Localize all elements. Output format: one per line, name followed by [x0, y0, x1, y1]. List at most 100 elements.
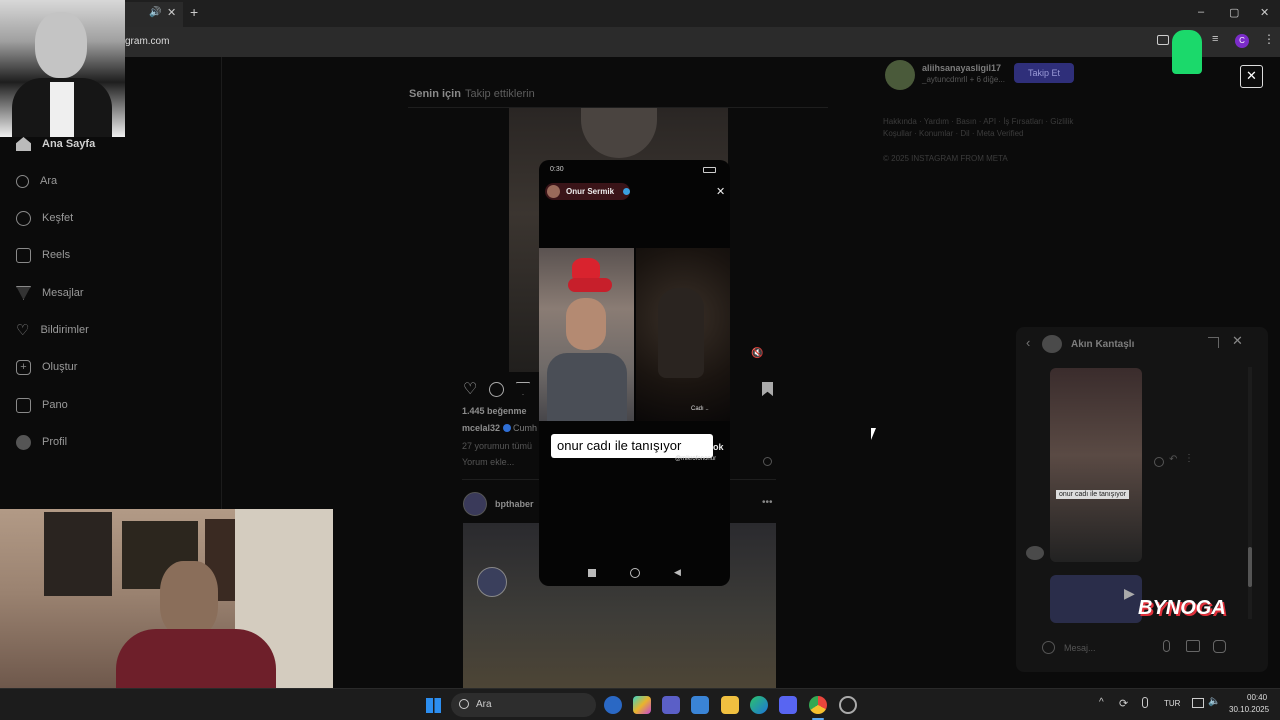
sidebar-item-label: Reels	[42, 249, 71, 261]
post-author[interactable]: mcelal32	[462, 423, 500, 433]
scrollbar-thumb[interactable]	[1248, 547, 1252, 587]
microphone-icon[interactable]	[1163, 640, 1170, 652]
right-panel-label: Cadı ..	[691, 406, 709, 412]
cast-icon[interactable]	[1157, 35, 1169, 45]
minimize-button[interactable]: –	[1198, 6, 1204, 18]
chrome-icon[interactable]	[809, 696, 827, 714]
taskbar: Ara ^ ⟳ TUR 🔈 00:40 30.10.2025	[0, 688, 1280, 720]
sidebar-item-messages[interactable]: Mesajlar	[16, 281, 84, 305]
clock-date[interactable]: 30.10.2025	[1229, 705, 1269, 714]
battery-icon	[703, 167, 716, 173]
emoji-icon[interactable]	[763, 457, 772, 466]
emoji-react-icon[interactable]	[1154, 457, 1164, 467]
sticker-icon[interactable]	[1213, 640, 1226, 653]
post-author[interactable]: bpthaber	[495, 499, 534, 509]
footer-links[interactable]: Hakkında · Yardım · Basın · API · İş Fır…	[883, 117, 1073, 126]
language-indicator[interactable]: TUR	[1164, 699, 1180, 708]
menu-icon[interactable]: ⋮	[1263, 32, 1275, 46]
image-icon[interactable]	[1186, 640, 1200, 652]
like-icon[interactable]: ♡	[463, 379, 477, 399]
person-body	[547, 353, 627, 421]
discord-icon[interactable]	[779, 696, 797, 714]
message-input[interactable]: Mesaj...	[1064, 643, 1096, 653]
chart-icon	[16, 397, 31, 413]
sidebar-item-label: Pano	[42, 399, 68, 411]
sidebar-item-search[interactable]: Ara	[16, 169, 57, 193]
portrait-shirt	[50, 82, 74, 137]
edge-icon[interactable]	[750, 696, 768, 714]
footer-links[interactable]: Koşullar · Konumlar · Dil · Meta Verifie…	[883, 129, 1024, 138]
windows-start-icon[interactable]	[426, 698, 441, 713]
copilot-icon[interactable]	[633, 696, 651, 714]
home-button[interactable]	[630, 568, 640, 578]
tab-for-you[interactable]: Senin için	[409, 88, 461, 100]
brand-logo: BYNOGA	[1138, 597, 1226, 619]
sidebar-item-reels[interactable]: Reels	[16, 243, 70, 267]
media-icon[interactable]: ≡	[1212, 33, 1218, 45]
network-icon[interactable]	[1192, 698, 1204, 708]
close-icon[interactable]: ✕	[1232, 333, 1243, 349]
comments-link[interactable]: 27 yorumun tümü	[462, 441, 532, 451]
sidebar-item-explore[interactable]: Keşfet	[16, 206, 73, 230]
sidebar-item-label: Mesajlar	[42, 287, 84, 299]
follow-button[interactable]: Takip Et	[1014, 63, 1074, 83]
back-button[interactable]: ◀	[674, 567, 681, 578]
recents-button[interactable]	[588, 569, 596, 577]
store-icon[interactable]	[691, 696, 709, 714]
sidebar-item-notifications[interactable]: ♡ Bildirimler	[16, 318, 89, 342]
more-icon[interactable]: ⋮	[1184, 453, 1194, 464]
url-text[interactable]: gram.com	[125, 36, 169, 47]
tab-following[interactable]: Takip ettiklerin	[465, 88, 535, 100]
maximize-button[interactable]: ▢	[1229, 6, 1239, 19]
avatar[interactable]	[1042, 335, 1062, 353]
phone-video-overlay[interactable]: 0:30 Onur Sermik ✕ Cadı .. onur cadı ile…	[539, 160, 730, 586]
mute-icon[interactable]: 🔇	[751, 348, 763, 359]
add-comment-input[interactable]: Yorum ekle...	[462, 457, 514, 467]
close-video-icon[interactable]: ✕	[716, 185, 725, 198]
volume-icon[interactable]: 🔈	[1208, 696, 1220, 707]
settings-icon[interactable]	[839, 696, 857, 714]
reply-icon[interactable]: ↶	[1169, 454, 1177, 465]
post-avatar[interactable]	[463, 492, 487, 516]
microphone-icon[interactable]	[1142, 697, 1148, 708]
sidebar-item-dashboard[interactable]: Pano	[16, 393, 68, 417]
browser-tab[interactable]: 🔊 ✕	[125, 2, 183, 27]
shared-video-message[interactable]: ▶	[1050, 575, 1142, 623]
close-modal-button[interactable]: ✕	[1240, 65, 1263, 88]
sidebar-item-create[interactable]: + Oluştur	[16, 355, 77, 379]
chat-name[interactable]: Akın Kantaşlı	[1071, 339, 1134, 350]
taskbar-search[interactable]: Ara	[451, 693, 596, 717]
shared-video-message[interactable]: onur cadı ile tanışıyor	[1050, 368, 1142, 562]
address-bar-row: gram.com ≡ C ⋮	[0, 27, 1280, 57]
more-options-icon[interactable]: •••	[762, 497, 773, 508]
emoji-icon[interactable]	[1042, 641, 1055, 654]
scrollbar[interactable]	[1248, 367, 1252, 619]
comment-icon[interactable]	[489, 382, 504, 397]
speaker-icon[interactable]: 🔊	[149, 7, 161, 18]
teams-icon[interactable]	[662, 696, 680, 714]
suggestion-username[interactable]: aliihsanayasligil17	[922, 63, 1001, 73]
profile-avatar[interactable]: C	[1235, 34, 1249, 48]
tiktok-handle: @mikrofononur	[675, 456, 717, 462]
avatar[interactable]	[885, 60, 915, 90]
folder-icon[interactable]	[721, 696, 739, 714]
sync-icon[interactable]: ⟳	[1119, 697, 1128, 710]
clock-time[interactable]: 00:40	[1247, 693, 1267, 702]
close-window-button[interactable]: ✕	[1260, 6, 1269, 19]
sidebar-item-label: Ana Sayfa	[42, 138, 96, 150]
expand-icon[interactable]	[1208, 337, 1219, 348]
bookmark-icon[interactable]	[762, 382, 773, 396]
new-tab-button[interactable]: +	[190, 4, 198, 20]
caption-box: onur cadı ile tanışıyor	[551, 434, 713, 458]
sidebar-item-profile[interactable]: Profil	[16, 430, 67, 454]
close-tab-icon[interactable]: ✕	[167, 6, 176, 19]
back-icon[interactable]: ‹	[1026, 335, 1030, 350]
home-icon	[16, 137, 31, 151]
account-name: Onur Sermik	[566, 187, 615, 196]
tiktok-suffix: ok	[713, 442, 724, 452]
chevron-up-icon[interactable]: ^	[1099, 697, 1104, 708]
account-pill[interactable]: Onur Sermik	[545, 183, 630, 200]
app-icon[interactable]	[604, 696, 622, 714]
likes-count: 1.445 beğenme	[462, 406, 527, 416]
share-icon[interactable]	[516, 382, 530, 395]
